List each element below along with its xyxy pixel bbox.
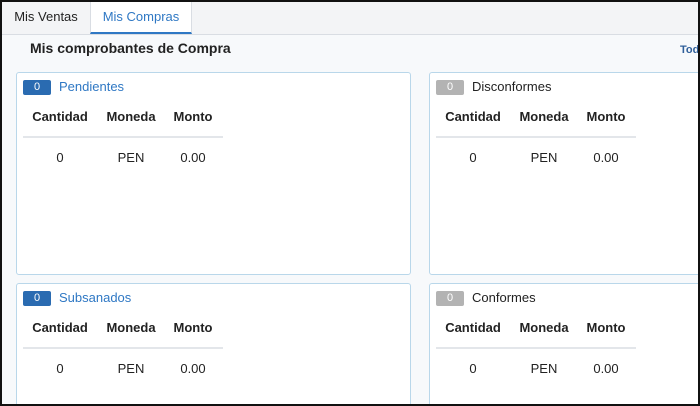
card-title-conformes: Conformes <box>472 290 536 305</box>
cell-cantidad: 0 <box>56 361 64 376</box>
header-moneda: Moneda <box>106 109 156 124</box>
count-badge: 0 <box>23 291 51 306</box>
table-row: 0 PEN 0.00 <box>23 150 223 166</box>
cell-moneda: PEN <box>117 361 145 376</box>
tab-mis-ventas[interactable]: Mis Ventas <box>2 2 90 34</box>
page-title: Mis comprobantes de Compra <box>30 40 231 56</box>
cell-moneda: PEN <box>530 361 558 376</box>
card-disconformes: 0 Disconformes Cantidad Moneda Monto 0 P… <box>429 72 698 275</box>
header-cantidad: Cantidad <box>445 320 501 335</box>
cell-monto: 0.00 <box>593 150 619 165</box>
header-moneda: Moneda <box>106 320 156 335</box>
app-frame: Mis Ventas Mis Compras Mis comprobantes … <box>0 0 700 406</box>
cell-cantidad: 0 <box>469 150 477 165</box>
cell-monto: 0.00 <box>180 361 206 376</box>
table-row: 0 PEN 0.00 <box>436 150 636 166</box>
header-cantidad: Cantidad <box>445 109 501 124</box>
count-badge: 0 <box>23 80 51 95</box>
card-title-subsanados[interactable]: Subsanados <box>59 290 131 305</box>
table-header: Cantidad Moneda Monto <box>436 320 636 349</box>
count-badge: 0 <box>436 291 464 306</box>
cell-monto: 0.00 <box>180 150 206 165</box>
tab-mis-compras[interactable]: Mis Compras <box>90 2 192 34</box>
cell-cantidad: 0 <box>469 361 477 376</box>
header-cantidad: Cantidad <box>32 320 88 335</box>
table-row: 0 PEN 0.00 <box>436 361 636 377</box>
header-moneda: Moneda <box>519 320 569 335</box>
card-pendientes: 0 Pendientes Cantidad Moneda Monto 0 PEN… <box>16 72 411 275</box>
header-cantidad: Cantidad <box>32 109 88 124</box>
count-badge: 0 <box>436 80 464 95</box>
header-monto: Monto <box>586 320 626 335</box>
header-monto: Monto <box>173 109 213 124</box>
table-row: 0 PEN 0.00 <box>23 361 223 377</box>
cell-moneda: PEN <box>117 150 145 165</box>
main-content: Mis comprobantes de Compra Tod 0 Pendien… <box>2 35 698 404</box>
table-header: Cantidad Moneda Monto <box>23 320 223 349</box>
table-header: Cantidad Moneda Monto <box>23 109 223 138</box>
todos-link[interactable]: Tod <box>680 44 698 56</box>
card-title-pendientes[interactable]: Pendientes <box>59 79 124 94</box>
cell-moneda: PEN <box>530 150 558 165</box>
cell-monto: 0.00 <box>593 361 619 376</box>
card-title-disconformes: Disconformes <box>472 79 552 94</box>
header-monto: Monto <box>173 320 213 335</box>
tab-bar: Mis Ventas Mis Compras <box>2 2 698 35</box>
card-conformes: 0 Conformes Cantidad Moneda Monto 0 PEN … <box>429 283 698 404</box>
header-moneda: Moneda <box>519 109 569 124</box>
cell-cantidad: 0 <box>56 150 64 165</box>
header-monto: Monto <box>586 109 626 124</box>
card-subsanados: 0 Subsanados Cantidad Moneda Monto 0 PEN… <box>16 283 411 404</box>
table-header: Cantidad Moneda Monto <box>436 109 636 138</box>
